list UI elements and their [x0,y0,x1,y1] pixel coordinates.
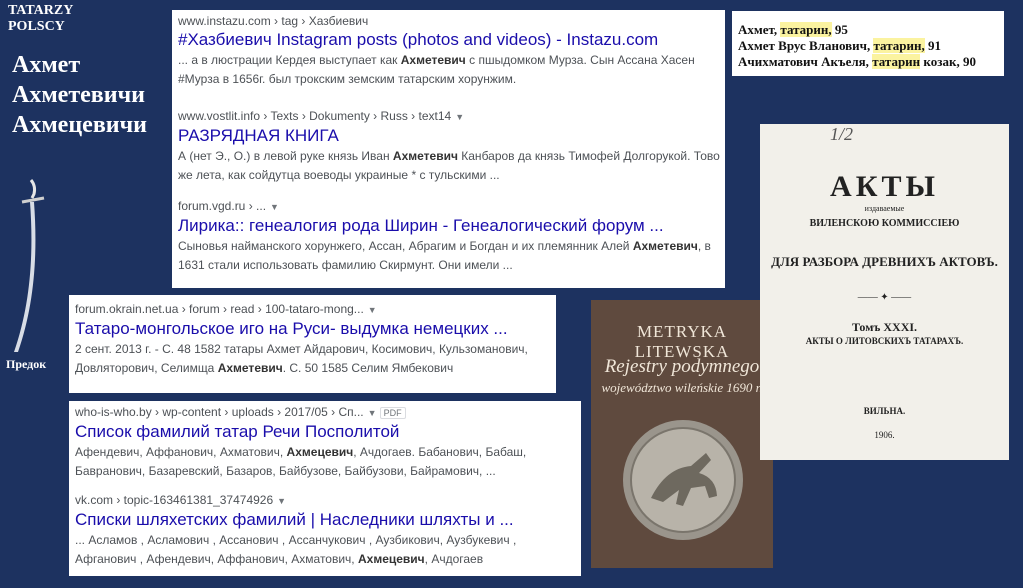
title-page-year: 1906. [874,430,895,440]
result-snippet: А (нет Э., О.) в левой руке князь Иван А… [178,149,720,182]
pdf-badge: PDF [379,407,406,419]
result-snippet: Сыновья найманского хорунжего, Ассан, Аб… [178,239,711,272]
brand-line-1: TATARZY [8,3,74,18]
book-subtitle-1: Rejestry podymnego [604,356,760,377]
search-results-panel-a: www.instazu.com › tag › Хазбиевич #Хазби… [172,10,725,288]
title-page-line-2: ДЛЯ РАЗБОРА ДРЕВНИХЪ АКТОВЪ. [771,254,998,269]
search-result: www.vostlit.info › Texts › Dokumenty › R… [178,109,721,185]
title-page-subtitle: АКТЫ О ЛИТОВСКИХЪ ТАТАРАХЪ. [805,336,964,346]
search-result: forum.vgd.ru › ... ▼ Лирика:: генеалогия … [178,199,721,275]
chevron-down-icon[interactable]: ▼ [368,408,377,418]
surname-3: Ахмецевичи [12,112,147,138]
result-title-link[interactable]: Татаро-монгольское иго на Руси- выдумка … [75,318,552,340]
book-subtitle-2: województwo wileńskie 1690 r. [601,380,763,395]
chevron-down-icon[interactable]: ▼ [455,112,464,122]
search-results-panel-b: forum.okrain.net.ua › forum › read › 100… [69,295,556,393]
surname-1: Ахмет [12,52,81,78]
chevron-down-icon[interactable]: ▼ [277,496,286,506]
register-row: Ахмет, татарин, 95 [738,22,848,37]
title-page-line-1: ВИЛЕНСКОЮ КОММИССІЕЮ [809,218,960,229]
result-snippet: 2 сент. 2013 г. - С. 48 1582 татары Ахме… [75,342,528,375]
register-row: Ахмет Врус Вланович, татарин, 91 [738,38,941,53]
surname-2: Ахметевичи [12,82,145,108]
result-url[interactable]: www.vostlit.info › Texts › Dokumenty › R… [178,109,721,125]
result-title-link[interactable]: РАЗРЯДНАЯ КНИГА [178,125,721,147]
chevron-down-icon[interactable]: ▼ [270,202,279,212]
result-snippet: ... Асламов , Асламович , Ассанович , Ас… [75,533,517,566]
chevron-down-icon[interactable]: ▼ [368,305,377,315]
search-result: vk.com › topic-163461381_37474926 ▼ Списк… [75,493,577,569]
ancestor-label: Предок [6,357,47,371]
result-title-link[interactable]: Список фамилий татар Речи Посполитой [75,421,577,443]
sabre-image [14,179,45,352]
result-url[interactable]: www.instazu.com › tag › Хазбиевич [178,14,721,29]
result-url[interactable]: forum.vgd.ru › ... ▼ [178,199,721,215]
result-title-link[interactable]: Списки шляхетских фамилий | Наследники ш… [75,509,577,531]
brand-line-2: POLSCY [8,19,65,34]
title-page-volume: Томъ XXXI. [851,320,918,334]
book-title-page-akty: 1/2 АКТЫ издаваемые ВИЛЕНСКОЮ КОММИССІЕЮ… [760,124,1009,460]
result-snippet: ... а в люстрации Кердея выступает как А… [178,53,695,86]
title-page-small-text: издаваемые [864,204,905,213]
surname-list: Ахмет Ахметевичи Ахмецевичи [12,50,147,140]
brand-logo: TATARZY POLSCY [8,3,73,35]
search-result: www.instazu.com › tag › Хазбиевич #Хазби… [178,14,721,89]
handwritten-note: 1/2 [830,124,854,144]
book-cover-metryka: METRYKA LITEWSKA Rejestry podymnego woje… [591,300,773,568]
search-result: forum.okrain.net.ua › forum › read › 100… [75,302,552,378]
title-page-city: ВИЛЬНА. [863,406,906,416]
result-url[interactable]: forum.okrain.net.ua › forum › read › 100… [75,302,552,318]
title-page-ornament: —— ✦ —— [857,292,912,303]
result-snippet: Афендевич, Аффанович, Ахматович, Ахмецев… [75,445,527,478]
result-url[interactable]: vk.com › topic-163461381_37474926 ▼ [75,493,577,509]
register-excerpt: Ахмет, татарин, 95 Ахмет Врус Вланович, … [732,11,1004,76]
search-result: who-is-who.by › wp-content › uploads › 2… [75,405,577,481]
title-page-heading: АКТЫ [830,170,939,203]
coin-pahonia-image [623,420,743,540]
result-title-link[interactable]: Лирика:: генеалогия рода Ширин - Генеало… [178,215,721,237]
result-title-link[interactable]: #Хазбиевич Instagram posts (photos and v… [178,29,721,51]
result-url[interactable]: who-is-who.by › wp-content › uploads › 2… [75,405,577,421]
search-results-panel-c: who-is-who.by › wp-content › uploads › 2… [69,401,581,576]
register-row: Ачихматович Акъеля, татарин козак, 90 [738,54,976,69]
